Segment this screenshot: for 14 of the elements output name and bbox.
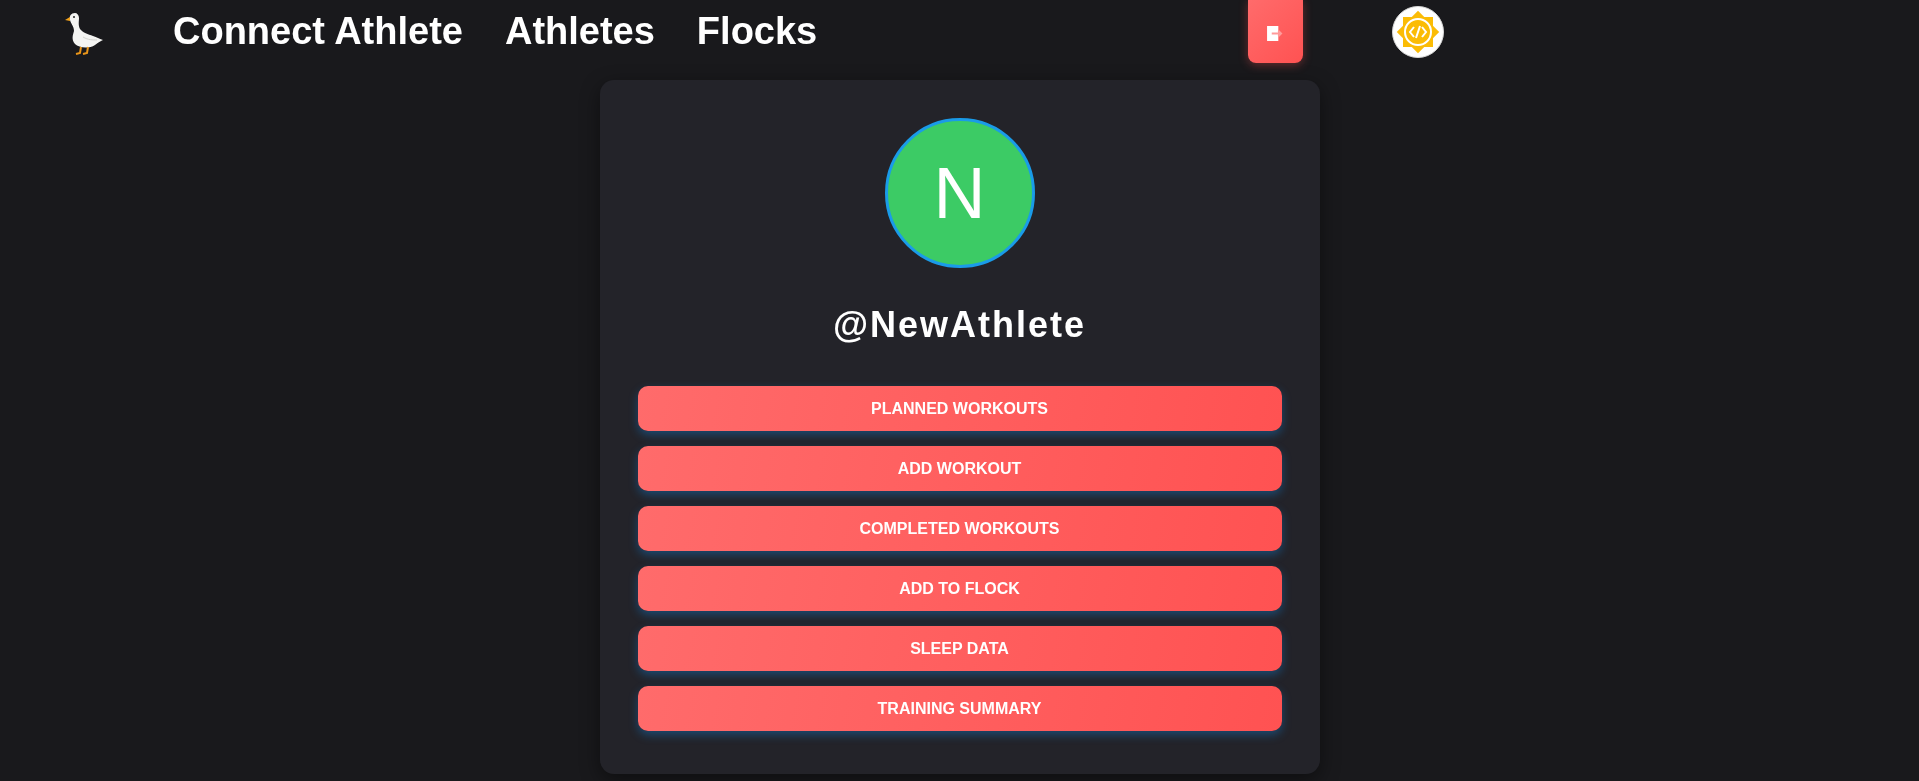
action-button[interactable]: COMPLETED WORKOUTS xyxy=(637,506,1282,551)
action-button[interactable]: TRAINING SUMMARY xyxy=(637,686,1282,731)
action-button[interactable]: ADD WORKOUT xyxy=(637,446,1282,491)
logout-button[interactable] xyxy=(1248,0,1303,63)
username: @NewAthlete xyxy=(832,304,1087,345)
nav-link[interactable]: Connect Athlete xyxy=(173,10,463,53)
nav-link[interactable]: Athletes xyxy=(504,10,655,53)
nav-link[interactable]: Flocks xyxy=(696,10,818,53)
action-button[interactable]: PLANNED WORKOUTS xyxy=(637,386,1282,431)
action-button[interactable]: ADD TO FLOCK xyxy=(637,566,1282,611)
sun-code-icon[interactable] xyxy=(1392,5,1444,58)
avatar-initial: N xyxy=(884,118,1035,268)
action-button[interactable]: SLEEP DATA xyxy=(637,626,1282,671)
logout-icon xyxy=(1267,26,1284,41)
